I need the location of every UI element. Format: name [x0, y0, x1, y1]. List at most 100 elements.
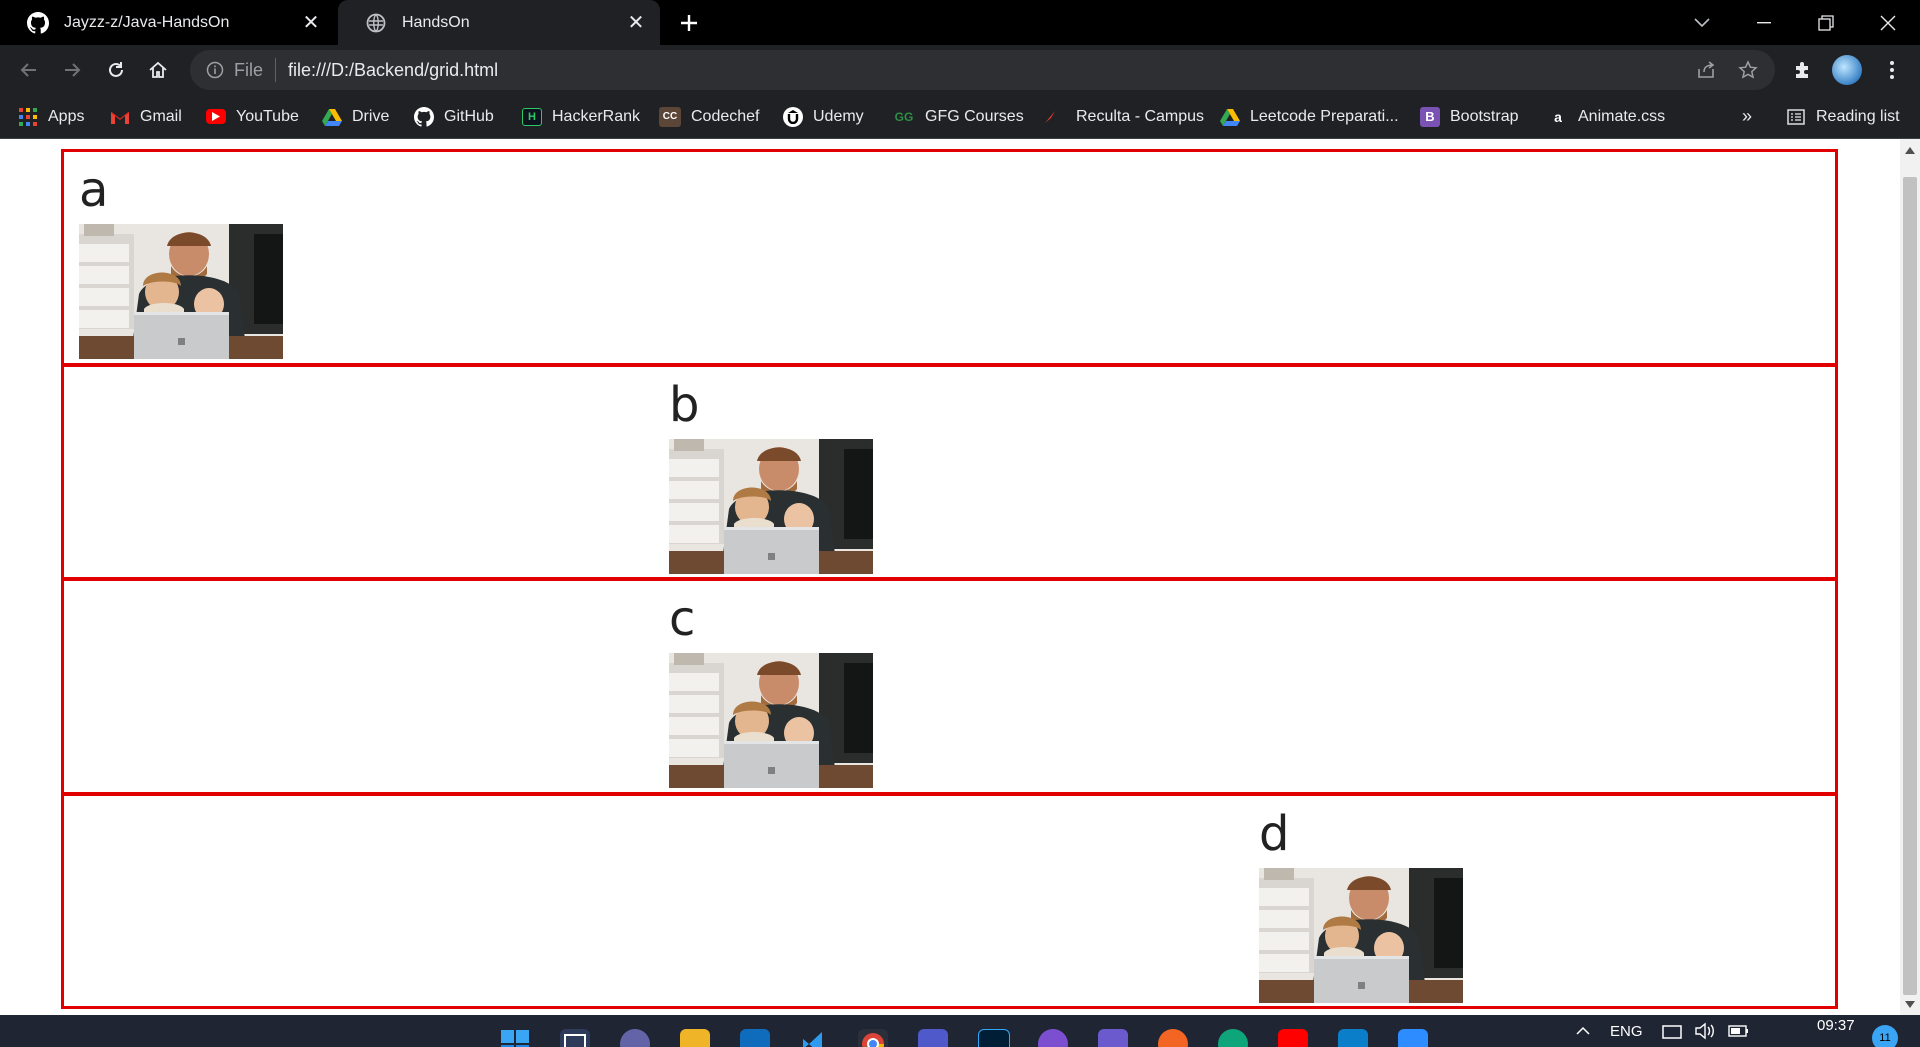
reload-button[interactable]: [99, 53, 133, 87]
battery-icon[interactable]: [1728, 1015, 1750, 1047]
grid-item-letter: d: [1259, 805, 1290, 862]
close-icon: [1880, 15, 1896, 30]
scrollbar-thumb[interactable]: [1903, 177, 1917, 995]
clock-time[interactable]: 09:37: [1817, 1015, 1855, 1041]
bookmark-gmail[interactable]: Gmail: [110, 95, 182, 138]
grid-container: a b c d: [61, 149, 1838, 1009]
restore-button[interactable]: [1798, 0, 1854, 45]
grid-item-letter: c: [669, 591, 696, 647]
zoom-icon[interactable]: [1398, 1029, 1428, 1047]
youtube-app-icon[interactable]: [1278, 1029, 1308, 1047]
bookmark-label: GitHub: [444, 107, 494, 125]
language-indicator[interactable]: ENG: [1610, 1015, 1643, 1047]
close-tab-icon[interactable]: ✕: [297, 9, 325, 37]
youtube-icon: [206, 109, 226, 124]
address-bar[interactable]: File file:///D:/Backend/grid.html: [190, 50, 1775, 90]
close-tab-icon[interactable]: ✕: [622, 9, 650, 37]
bookmark-label: Bootstrap: [1450, 107, 1519, 125]
bookmarks-overflow-button[interactable]: »: [1742, 95, 1752, 138]
notification-badge[interactable]: 11: [1872, 1025, 1898, 1047]
tab-handson[interactable]: HandsOn ✕: [338, 0, 660, 45]
edge-icon[interactable]: [1218, 1029, 1248, 1047]
bookmark-udemy[interactable]: Udemy: [783, 95, 864, 138]
hackerrank-icon: H: [522, 107, 542, 126]
tab-strip: Jayzz-z/Java-HandsOn ✕ HandsOn ✕: [0, 0, 1920, 45]
puzzle-icon: [1796, 62, 1808, 78]
file-explorer-icon[interactable]: [680, 1029, 710, 1047]
bookmarks-bar: Apps Gmail YouTube Drive GitHub H Hacker…: [0, 95, 1920, 139]
task-view-icon[interactable]: [560, 1029, 590, 1047]
github-icon: [414, 106, 434, 127]
new-tab-button[interactable]: [672, 6, 706, 40]
extensions-button[interactable]: [1786, 53, 1820, 87]
network-icon[interactable]: [1662, 1015, 1684, 1047]
family-laptop-photo: [79, 224, 283, 359]
bookmark-hackerrank[interactable]: H HackerRank: [522, 95, 640, 138]
omnibox-divider: [275, 58, 277, 82]
bookmark-label: Udemy: [813, 107, 864, 125]
url-text[interactable]: file:///D:/Backend/grid.html: [288, 60, 1691, 81]
snipping-tool-icon[interactable]: [1338, 1029, 1368, 1047]
chrome-icon[interactable]: [858, 1029, 888, 1047]
bookmark-bootstrap[interactable]: B Bootstrap: [1420, 95, 1518, 138]
udemy-icon: [783, 106, 803, 127]
mail-icon[interactable]: [740, 1029, 770, 1047]
postman-icon[interactable]: [1158, 1029, 1188, 1047]
grid-item-d: d: [61, 792, 1838, 1009]
bookmark-label: Animate.css: [1578, 107, 1666, 125]
bookmark-codechef[interactable]: CC Codechef: [659, 95, 760, 138]
photoshop-icon[interactable]: [978, 1029, 1010, 1047]
tab-search-button[interactable]: [1674, 0, 1730, 45]
plus-icon: [681, 15, 697, 31]
profile-avatar[interactable]: [1832, 55, 1862, 85]
windows-start-icon[interactable]: [500, 1029, 530, 1047]
grid-item-a: a: [61, 149, 1838, 366]
bookmark-gfg-courses[interactable]: GG GFG Courses: [893, 95, 1024, 138]
tab-java-handson[interactable]: Jayzz-z/Java-HandsOn ✕: [0, 0, 335, 45]
close-window-button[interactable]: [1860, 0, 1916, 45]
gfg-icon: GG: [894, 109, 914, 124]
app-icon[interactable]: [1098, 1029, 1128, 1047]
tab-title: Jayzz-z/Java-HandsOn: [64, 13, 230, 31]
vertical-scrollbar[interactable]: [1900, 139, 1920, 1015]
chevron-down-icon: [1694, 17, 1710, 27]
reading-list-button[interactable]: Reading list: [1786, 95, 1900, 138]
globe-icon: [364, 11, 388, 35]
info-icon[interactable]: [204, 59, 226, 81]
page-viewport: a b c d: [0, 139, 1900, 1015]
star-bookmark-icon[interactable]: [1733, 55, 1763, 85]
scroll-up-arrow-icon[interactable]: [1905, 147, 1915, 154]
bookmark-drive[interactable]: Drive: [322, 95, 389, 138]
bookmark-github[interactable]: GitHub: [414, 95, 494, 138]
back-button[interactable]: [12, 53, 46, 87]
share-icon[interactable]: [1691, 55, 1721, 85]
windows-taskbar: ENG 09:37 11: [0, 1015, 1920, 1047]
forward-button[interactable]: [55, 53, 89, 87]
bootstrap-icon: B: [1420, 106, 1440, 127]
home-button[interactable]: [141, 53, 175, 87]
volume-icon[interactable]: [1694, 1015, 1716, 1047]
grid-item-b: b: [61, 363, 1838, 580]
kebab-menu-icon: [1890, 61, 1894, 79]
menu-button[interactable]: [1875, 53, 1909, 87]
teams-icon[interactable]: [918, 1029, 948, 1047]
reading-list-label: Reading list: [1816, 107, 1900, 125]
family-laptop-photo: [669, 439, 873, 574]
chat-icon[interactable]: [620, 1029, 650, 1047]
grid-item-letter: a: [79, 162, 109, 218]
bookmark-reculta[interactable]: Reculta - Campus: [1040, 95, 1204, 138]
browser-toolbar: File file:///D:/Backend/grid.html: [0, 45, 1920, 95]
arrow-left-icon: [20, 63, 36, 77]
bookmark-animate-css[interactable]: a Animate.css: [1548, 95, 1665, 138]
bookmark-leetcode-preparation[interactable]: Leetcode Preparati...: [1220, 95, 1399, 138]
scroll-down-arrow-icon[interactable]: [1905, 1001, 1915, 1008]
github-desktop-icon[interactable]: [1038, 1029, 1068, 1047]
vscode-icon[interactable]: [800, 1029, 830, 1047]
bookmark-youtube[interactable]: YouTube: [206, 95, 299, 138]
tray-overflow-icon[interactable]: [1576, 1015, 1590, 1047]
bookmark-apps[interactable]: Apps: [18, 95, 84, 138]
bookmark-label: Gmail: [140, 107, 182, 125]
animate-icon: a: [1554, 108, 1562, 125]
minimize-button[interactable]: [1736, 0, 1792, 45]
bookmark-label: YouTube: [236, 107, 299, 125]
